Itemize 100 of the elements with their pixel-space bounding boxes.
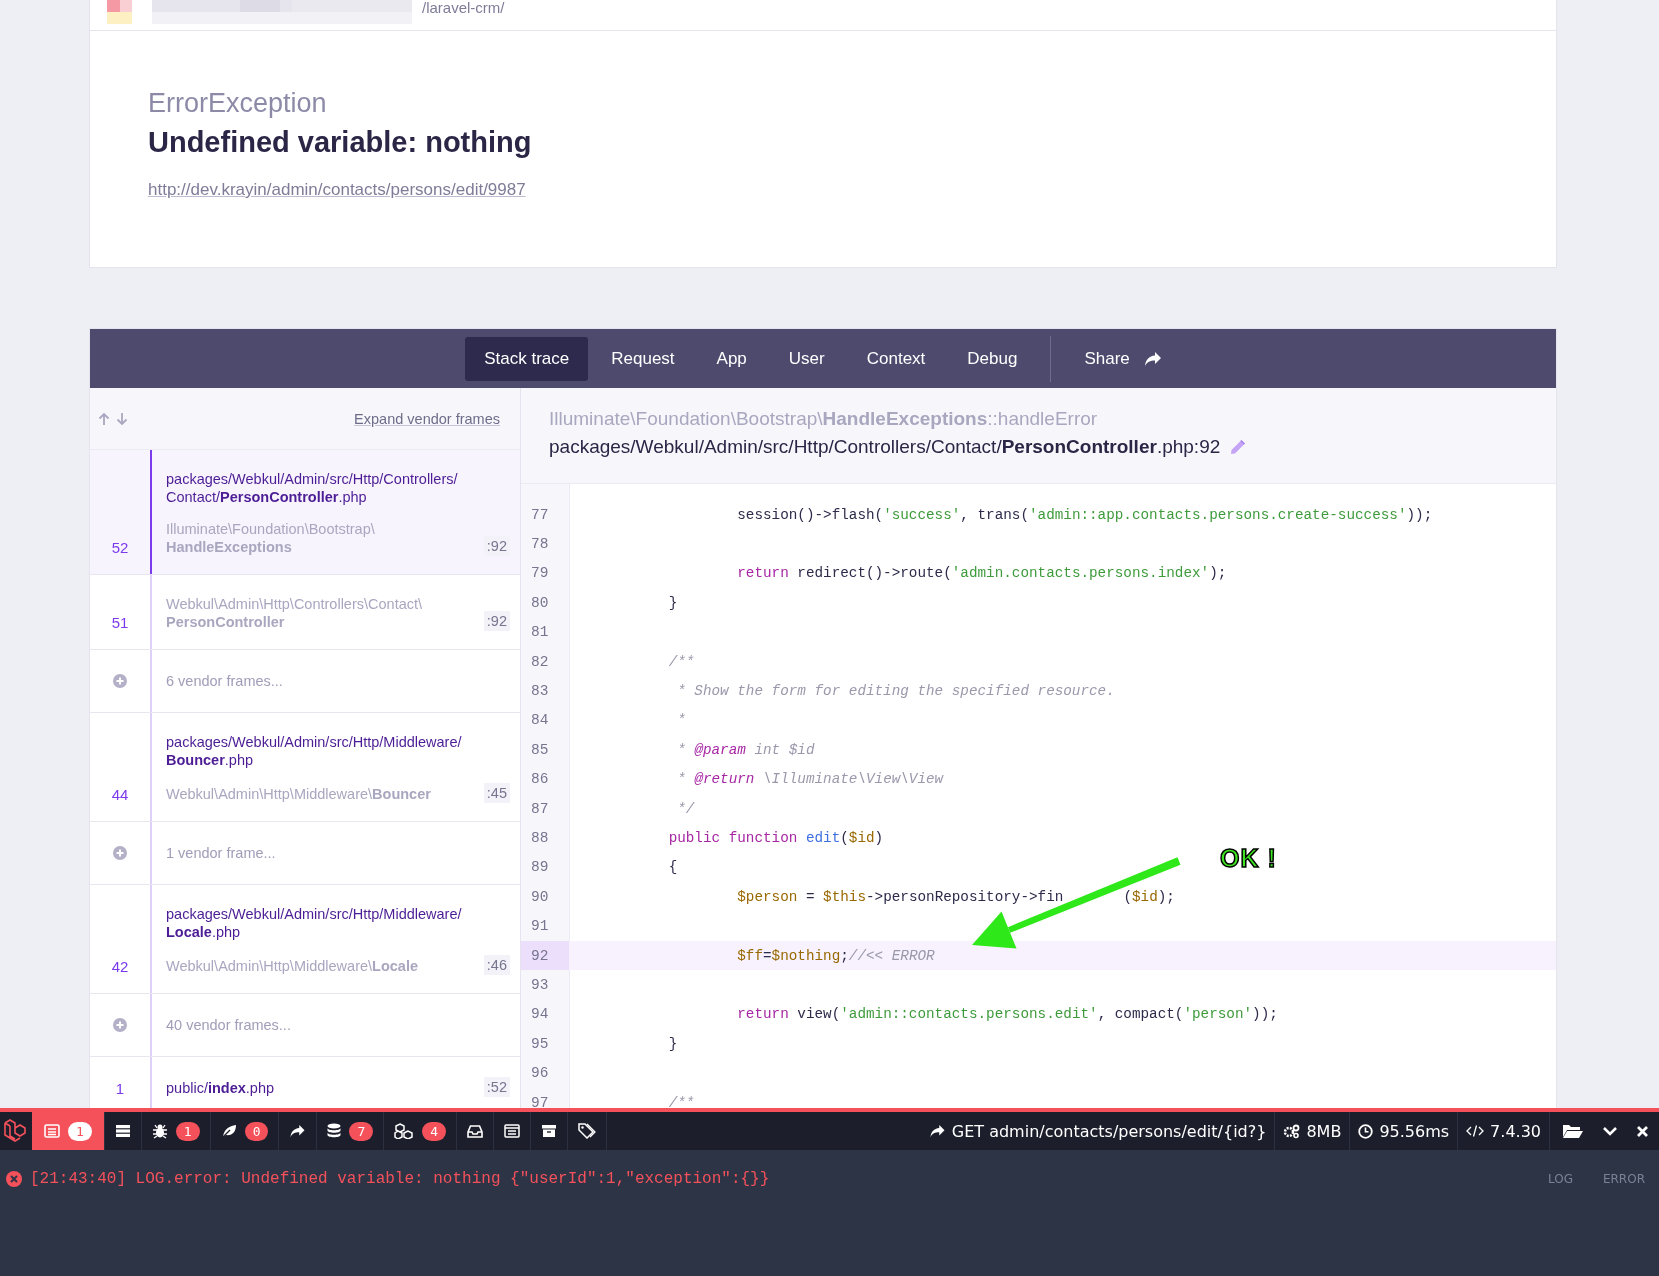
duration-text: 95.56ms — [1379, 1121, 1450, 1141]
line-number: 77 — [530, 505, 550, 525]
stack-frame[interactable]: 52 packages/Webkul/Admin/src/Http/Controllers/Contact/PersonController.php Illuminate\Foundation\Bootstrap\HandleExceptions :92 — [90, 450, 520, 575]
source-file-path: packages/Webkul/Admin/src/Http/Controllers/Contact/PersonController.php:92 — [549, 435, 1221, 459]
line-number: 89 — [530, 858, 550, 878]
tab[interactable]: Context — [847, 336, 945, 381]
tab[interactable]: Stack trace — [465, 336, 589, 381]
request-url-link[interactable]: http://dev.krayin/admin/contacts/persons/edit/9987 — [148, 180, 526, 200]
code-line: /** — [667, 1094, 695, 1108]
code-line: return view('admin::contacts.persons.edit', compact('person')); — [736, 1006, 1278, 1023]
log-label: LOG — [1547, 1172, 1573, 1186]
code-line: return redirect()->route('admin.contacts.persons.index'); — [736, 565, 1227, 582]
count-badge: 0 — [244, 1121, 269, 1141]
line-number: 80 — [530, 593, 550, 613]
frame-class: Webkul\Admin\Http\Middleware\Bouncer — [166, 785, 431, 803]
frame-file-path: packages/Webkul/Admin/src/Http/Middleware/Locale.php — [166, 905, 463, 941]
window-list-icon — [504, 1124, 521, 1138]
log-message: [21:43:40] LOG.error: Undefined variable: nothing {"userId":1,"exception":{}} — [30, 1170, 770, 1188]
code-line: $ff=$nothing;//<< ERROR — [736, 947, 935, 964]
tags-icon — [578, 1123, 597, 1139]
frame-number: 42 — [110, 957, 130, 977]
chevron-down-icon[interactable] — [1602, 1125, 1618, 1137]
frame-line-number: :52 — [483, 1077, 510, 1097]
code-icon — [1466, 1124, 1485, 1138]
forward-arrow-icon — [928, 1124, 946, 1138]
tab[interactable]: Debug — [948, 336, 1037, 381]
logo-icon — [4, 1119, 26, 1143]
frame-number: 1 — [114, 1079, 126, 1099]
leaf-icon — [220, 1124, 237, 1138]
address-path: /laravel-crm/ — [422, 0, 505, 16]
php-version-text: 7.4.30 — [1490, 1121, 1541, 1141]
frame-file-path: packages/Webkul/Admin/src/Http/Middleware/Bouncer.php — [166, 733, 463, 769]
frame-number: 44 — [110, 785, 130, 805]
code-line: } — [667, 594, 678, 611]
code-line: session()->flash('success', trans('admin::app.contacts.persons.create-success')); — [736, 506, 1433, 523]
count-badge: 7 — [349, 1121, 374, 1141]
folder-icon[interactable] — [1562, 1123, 1584, 1139]
line-number: 85 — [530, 740, 550, 760]
tab[interactable]: User — [769, 336, 844, 381]
stack-frame[interactable]: 51 Webkul\Admin\Http\Controllers\Contact\PersonController :92 — [90, 575, 520, 650]
line-number: 79 — [530, 564, 550, 584]
frame-line-number: :92 — [483, 611, 510, 631]
vendor-frames-label: 6 vendor frames... — [166, 673, 284, 689]
memory-text: 8MB — [1306, 1121, 1342, 1141]
close-icon[interactable] — [1636, 1124, 1649, 1138]
code-line: * Show the form for editing the specified resource. — [676, 683, 1115, 700]
count-badge: 1 — [68, 1121, 92, 1141]
code-line: * — [676, 712, 686, 729]
archive-box-icon — [541, 1124, 558, 1138]
plus-circle-icon — [113, 846, 127, 860]
plus-circle-icon — [113, 674, 127, 688]
share-icon — [1143, 350, 1162, 367]
line-number: 92 — [521, 940, 569, 971]
line-number: 91 — [530, 917, 550, 937]
line-number: 83 — [530, 682, 550, 702]
line-number: 87 — [530, 799, 550, 819]
code-line: * @param int $id — [676, 741, 815, 758]
exception-type: ErrorException — [148, 87, 327, 120]
code-line: } — [667, 1035, 678, 1052]
log-label: ERROR — [1602, 1172, 1645, 1186]
frame-class: Webkul\Admin\Http\Controllers\Contact\PersonController — [166, 595, 424, 631]
list-icon — [44, 1124, 60, 1138]
vendor-frames-label: 1 vendor frame... — [166, 845, 277, 861]
count-badge: 4 — [422, 1121, 447, 1141]
frame-line-number: :46 — [483, 955, 510, 975]
source-class: Illuminate\Foundation\Bootstrap\HandleExceptions::handleError — [549, 407, 1099, 431]
expand-vendor-frames-link[interactable]: Expand vendor frames — [354, 410, 500, 427]
line-number: 81 — [530, 623, 550, 643]
error-icon — [6, 1171, 22, 1187]
tab[interactable]: App — [697, 336, 766, 381]
count-badge: 1 — [175, 1121, 200, 1141]
line-number: 93 — [530, 975, 550, 995]
tab[interactable]: Request — [592, 336, 694, 381]
forward-arrow-icon — [289, 1124, 307, 1138]
line-number: 84 — [530, 711, 550, 731]
error-message: Undefined variable: nothing — [148, 125, 532, 160]
frame-number: 52 — [110, 538, 130, 558]
code-line: */ — [676, 800, 695, 817]
route-text: GET admin/contacts/persons/edit/{id?} — [951, 1121, 1267, 1141]
database-icon — [327, 1123, 342, 1139]
frame-line-number: :92 — [483, 536, 510, 556]
line-number: 94 — [530, 1005, 550, 1025]
frame-file-path: packages/Webkul/Admin/src/Http/Controllers/Contact/PersonController.php — [166, 470, 459, 506]
gears-icon — [1283, 1123, 1301, 1139]
line-number: 86 — [530, 770, 550, 790]
line-number: 97 — [530, 1093, 550, 1108]
stack-frame[interactable]: 42 packages/Webkul/Admin/src/Http/Middleware/Locale.php Webkul\Admin\Http\Middleware\Locale :46 — [90, 885, 520, 994]
clock-icon — [1358, 1123, 1374, 1139]
share-button[interactable]: Share — [1065, 336, 1181, 381]
line-number: 88 — [530, 829, 550, 848]
code-line: * @return \Illuminate\View\View — [676, 771, 944, 788]
frame-class: Webkul\Admin\Http\Middleware\Locale — [166, 957, 418, 975]
code-line: public function edit($id) — [667, 830, 884, 846]
cubes-icon — [394, 1123, 415, 1139]
line-number: 95 — [530, 1034, 550, 1054]
code-line: $person = $this->personRepository->fin ($id); — [736, 888, 1175, 905]
line-number: 82 — [530, 652, 550, 672]
stack-frame[interactable]: 44 packages/Webkul/Admin/src/Http/Middleware/Bouncer.php Webkul\Admin\Http\Middleware\Bouncer :45 — [90, 713, 520, 822]
line-number: 96 — [530, 1064, 550, 1084]
plus-circle-icon — [113, 1018, 127, 1032]
